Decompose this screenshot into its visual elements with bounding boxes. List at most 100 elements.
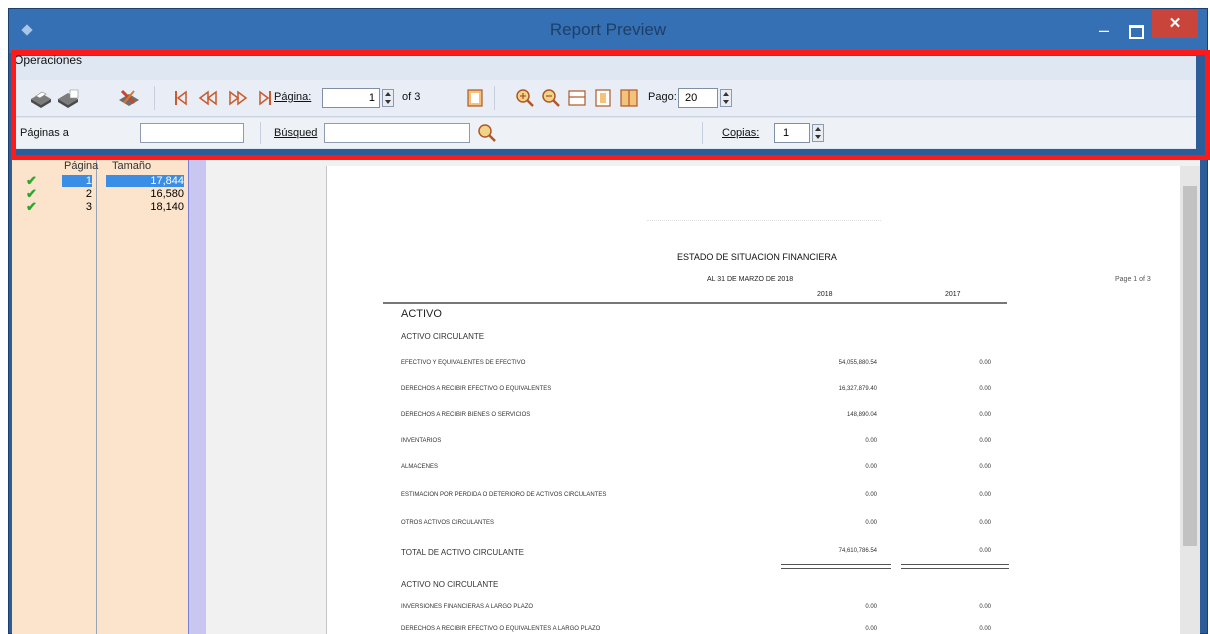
title-bar[interactable]: Report Preview – ✕ xyxy=(9,9,1207,53)
two-pages-button[interactable] xyxy=(616,86,642,110)
line-label: EFECTIVO Y EQUIVALENTES DE EFECTIVO xyxy=(401,360,526,366)
page-column-header: Página xyxy=(64,160,99,172)
maximize-button[interactable] xyxy=(1123,23,1149,41)
pagina-label: Página: xyxy=(274,91,312,103)
busqueda-label: Búsqued xyxy=(274,127,318,139)
line-value-2017: 0.00 xyxy=(979,464,991,470)
line-value-2018: 0.00 xyxy=(865,438,877,444)
paginas-input[interactable] xyxy=(140,123,244,143)
panel-splitter[interactable] xyxy=(188,160,206,634)
last-page-icon xyxy=(259,90,271,106)
paginas-label: Páginas a xyxy=(20,127,69,139)
print-icon xyxy=(31,91,51,108)
report-title: ESTADO DE SITUACION FINANCIERA xyxy=(677,252,837,262)
page-size: 17,844 xyxy=(106,175,184,187)
two-pages-icon xyxy=(620,89,638,107)
vertical-scrollbar[interactable] xyxy=(1180,166,1200,634)
line-value-2018: 54,055,880.54 xyxy=(838,360,877,366)
report-preview-area: ESTADO DE SITUACION FINANCIERA AL 31 DE … xyxy=(206,160,1200,634)
export-icon xyxy=(119,89,139,106)
line-value-2018: 0.00 xyxy=(865,626,877,632)
minimize-button[interactable]: – xyxy=(1091,21,1117,41)
page-size: 18,140 xyxy=(150,201,184,213)
page-number: 2 xyxy=(85,188,92,200)
pagina-input[interactable]: 1 xyxy=(322,88,380,108)
scrollbar-thumb[interactable] xyxy=(1183,186,1197,546)
copias-input[interactable]: 1 xyxy=(774,123,810,143)
subsection-activo-circulante: ACTIVO CIRCULANTE xyxy=(401,332,485,341)
operations-group-label: Operaciones xyxy=(14,53,83,67)
single-page-button[interactable] xyxy=(462,86,488,110)
report-page-indicator: Page 1 of 3 xyxy=(1115,276,1151,283)
pago-label: Pago: xyxy=(648,91,677,103)
line-value-2017: 0.00 xyxy=(979,626,991,632)
line-value-2017: 0.00 xyxy=(979,438,991,444)
year-2018-header: 2018 xyxy=(817,291,833,298)
toolbar-separator xyxy=(260,122,261,144)
pages-panel: Página Tamaño ✔ 1 17,844 ✔ 2 16,580 ✔ 3 … xyxy=(12,160,206,634)
report-page: ESTADO DE SITUACION FINANCIERA AL 31 DE … xyxy=(326,166,1181,634)
print-button[interactable] xyxy=(28,86,54,110)
line-value-2017: 0.00 xyxy=(979,360,991,366)
export-button[interactable] xyxy=(116,86,142,110)
zoom-out-icon xyxy=(542,89,560,107)
line-value-2017: 0.00 xyxy=(979,604,991,610)
line-value-2017: 0.00 xyxy=(979,412,991,418)
page-size: 16,580 xyxy=(150,188,184,200)
subsection-activo-no-circulante: ACTIVO NO CIRCULANTE xyxy=(401,580,499,589)
zoom-in-icon xyxy=(516,89,534,107)
pago-input[interactable]: 20 xyxy=(678,88,718,108)
page-number: 1 xyxy=(62,175,92,187)
line-label: ALMACENES xyxy=(401,464,439,470)
line-value-2018: 148,890.04 xyxy=(846,412,877,418)
last-page-button[interactable] xyxy=(250,86,276,110)
line-label: INVERSIONES FINANCIERAS A LARGO PLAZO xyxy=(401,604,534,610)
page-number: 3 xyxy=(85,201,92,213)
close-button[interactable]: ✕ xyxy=(1152,10,1198,38)
line-value-2017: 0.00 xyxy=(979,386,991,392)
page-height-button[interactable] xyxy=(590,86,616,110)
pago-spinner[interactable] xyxy=(720,89,732,107)
total-label: TOTAL DE ACTIVO CIRCULANTE xyxy=(401,548,524,557)
pagina-spinner[interactable] xyxy=(382,89,394,107)
search-button[interactable] xyxy=(474,121,500,145)
search-input[interactable] xyxy=(324,123,470,143)
first-page-icon xyxy=(175,90,187,106)
print-setup-button[interactable] xyxy=(56,86,82,110)
page-row-1[interactable]: ✔ 1 17,844 xyxy=(12,173,188,188)
line-value-2018: 16,327,879.40 xyxy=(838,386,877,392)
zoom-in-button[interactable] xyxy=(512,86,538,110)
page-count-label: of 3 xyxy=(402,91,421,103)
copias-spinner[interactable] xyxy=(812,124,824,142)
single-page-icon xyxy=(467,89,483,107)
page-height-icon xyxy=(595,89,611,107)
header-placeholder xyxy=(647,202,881,221)
first-page-button[interactable] xyxy=(170,86,196,110)
next-page-button[interactable] xyxy=(224,86,250,110)
zoom-out-button[interactable] xyxy=(538,86,564,110)
page-width-button[interactable] xyxy=(564,86,590,110)
line-label: DERECHOS A RECIBIR EFECTIVO O EQUIVALENT… xyxy=(401,626,601,632)
line-value-2017: 0.00 xyxy=(979,492,991,498)
page-row-3[interactable]: ✔ 3 18,140 xyxy=(12,199,188,214)
prev-page-button[interactable] xyxy=(196,86,222,110)
line-value-2018: 0.00 xyxy=(865,604,877,610)
line-value-2018: 0.00 xyxy=(865,492,877,498)
line-label: OTROS ACTIVOS CIRCULANTES xyxy=(401,520,495,526)
line-label: DERECHOS A RECIBIR BIENES O SERVICIOS xyxy=(401,412,531,418)
toolbar-row-navigation: Página: 1 of 3 Pago: 20 xyxy=(12,80,1196,117)
line-label: DERECHOS A RECIBIR EFECTIVO O EQUIVALENT… xyxy=(401,386,552,392)
total-value-2018: 74,610,786.54 xyxy=(838,548,877,554)
check-icon: ✔ xyxy=(26,199,37,214)
total-underline xyxy=(781,564,891,569)
print-setup-icon xyxy=(58,89,79,108)
copias-label: Copias: xyxy=(722,127,760,139)
total-underline xyxy=(901,564,1009,569)
line-value-2018: 0.00 xyxy=(865,464,877,470)
line-label: ESTIMACION POR PERDIDA O DETERIORO DE AC… xyxy=(401,492,607,498)
search-icon xyxy=(478,124,496,142)
page-row-2[interactable]: ✔ 2 16,580 xyxy=(12,186,188,201)
year-2017-header: 2017 xyxy=(945,291,961,298)
total-value-2017: 0.00 xyxy=(979,548,991,554)
prev-page-icon xyxy=(198,90,217,106)
